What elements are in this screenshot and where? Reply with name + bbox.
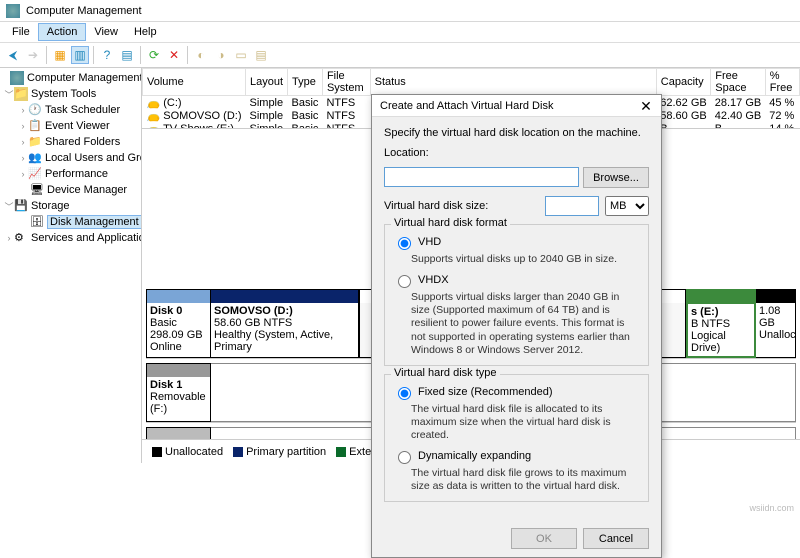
tree-performance[interactable]: ›📈Performance xyxy=(0,166,141,182)
tree-storage[interactable]: ﹀💾Storage xyxy=(0,198,141,214)
disk0-vol-d[interactable]: SOMOVSO (D:) 58.60 GB NTFS Healthy (Syst… xyxy=(211,289,359,358)
radio-vhdx[interactable] xyxy=(398,275,411,288)
prop-icon[interactable]: ▦ xyxy=(51,46,69,64)
action1-icon[interactable]: ◐ xyxy=(192,46,210,64)
disk0-vol-e[interactable]: s (E:) B NTFS Logical Drive) xyxy=(686,289,756,358)
menubar: File Action View Help xyxy=(0,22,800,42)
app-icon xyxy=(6,4,20,18)
dialog-title: Create and Attach Virtual Hard Disk xyxy=(380,100,553,112)
create-vhd-dialog: Create and Attach Virtual Hard Disk ✕ Sp… xyxy=(371,94,662,558)
col-capacity[interactable]: Capacity xyxy=(656,69,710,96)
tree-system-tools[interactable]: ﹀📁System Tools xyxy=(0,86,141,102)
menu-view[interactable]: View xyxy=(86,24,126,40)
tree-device-manager[interactable]: 🖥Device Manager xyxy=(0,182,141,198)
action4-icon[interactable]: ▤ xyxy=(252,46,270,64)
radio-vhd[interactable] xyxy=(398,237,411,250)
col-type[interactable]: Type xyxy=(288,69,323,96)
col-pct[interactable]: % Free xyxy=(765,69,799,96)
action3-icon[interactable]: ▭ xyxy=(232,46,250,64)
forward-icon: ➔ xyxy=(24,46,42,64)
col-volume[interactable]: Volume xyxy=(143,69,246,96)
tree-task-scheduler[interactable]: ›🕐Task Scheduler xyxy=(0,102,141,118)
menu-help[interactable]: Help xyxy=(126,24,165,40)
delete-icon[interactable]: ✕ xyxy=(165,46,183,64)
menu-action[interactable]: Action xyxy=(38,23,87,41)
tree-event-viewer[interactable]: ›📋Event Viewer xyxy=(0,118,141,134)
radio-fixed[interactable] xyxy=(398,387,411,400)
size-unit-select[interactable]: MB xyxy=(605,196,649,216)
type-group: Virtual hard disk type Fixed size (Recom… xyxy=(384,374,649,503)
format-group: Virtual hard disk format VHD Supports vi… xyxy=(384,224,649,366)
tree-shared-folders[interactable]: ›📁Shared Folders xyxy=(0,134,141,150)
browse-button[interactable]: Browse... xyxy=(583,167,649,188)
cdrom-header[interactable]: CD-ROM 0 DVD (G:) No Media xyxy=(146,427,211,439)
tree-root[interactable]: Computer Management (Local xyxy=(0,70,141,86)
window-title: Computer Management xyxy=(26,5,142,17)
tree-local-users[interactable]: ›👥Local Users and Groups xyxy=(0,150,141,166)
col-free[interactable]: Free Space xyxy=(711,69,765,96)
watermark: wsiidn.com xyxy=(749,503,794,513)
col-status[interactable]: Status xyxy=(370,69,656,96)
location-input[interactable] xyxy=(384,167,579,187)
size-input[interactable] xyxy=(545,196,599,216)
toolbar: ⮜ ➔ ▦ ▥ ? ▤ ⟳ ✕ ◐ ◑ ▭ ▤ xyxy=(0,42,800,68)
tree-disk-management[interactable]: 🗄Disk Management xyxy=(0,214,141,230)
back-icon[interactable]: ⮜ xyxy=(4,46,22,64)
tile-icon[interactable]: ▥ xyxy=(71,46,89,64)
col-layout[interactable]: Layout xyxy=(246,69,288,96)
close-icon[interactable]: ✕ xyxy=(631,96,661,116)
cancel-button[interactable]: Cancel xyxy=(583,528,649,549)
disk1-header[interactable]: Disk 1 Removable (F:) No Media xyxy=(146,363,211,422)
dialog-titlebar[interactable]: Create and Attach Virtual Hard Disk ✕ xyxy=(372,95,661,117)
ok-button[interactable]: OK xyxy=(511,528,577,549)
help-icon[interactable]: ? xyxy=(98,46,116,64)
col-fs[interactable]: File System xyxy=(322,69,370,96)
titlebar: Computer Management xyxy=(0,0,800,22)
menu-file[interactable]: File xyxy=(4,24,38,40)
dialog-intro: Specify the virtual hard disk location o… xyxy=(384,127,649,139)
settings-icon[interactable]: ▤ xyxy=(118,46,136,64)
size-label: Virtual hard disk size: xyxy=(384,200,539,212)
tree-pane: Computer Management (Local ﹀📁System Tool… xyxy=(0,68,142,463)
disk0-unalloc[interactable]: 1.08 GB Unalloc xyxy=(756,289,796,358)
radio-dynamic[interactable] xyxy=(398,451,411,464)
action2-icon[interactable]: ◑ xyxy=(212,46,230,64)
refresh-icon[interactable]: ⟳ xyxy=(145,46,163,64)
disk0-header[interactable]: Disk 0 Basic 298.09 GB Online xyxy=(146,289,211,358)
location-label: Location: xyxy=(384,147,649,159)
tree-services[interactable]: ›⚙Services and Applications xyxy=(0,230,141,246)
